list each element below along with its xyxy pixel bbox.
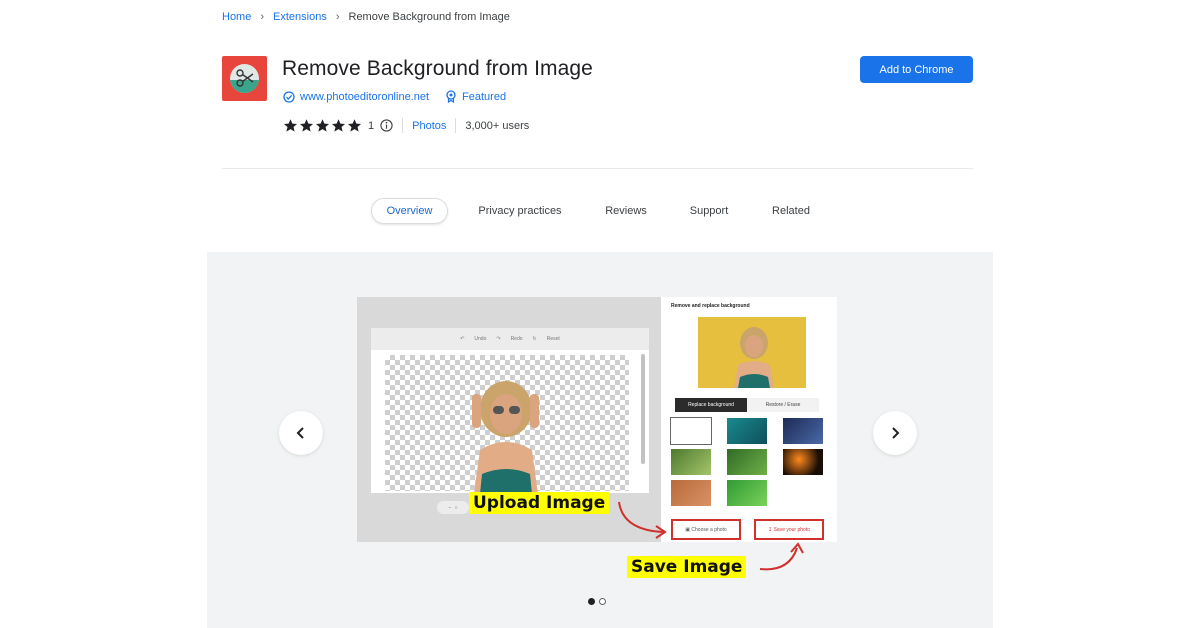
chevron-right-icon bbox=[892, 427, 900, 439]
divider bbox=[402, 118, 404, 133]
upload-image-callout: Upload Image bbox=[469, 492, 610, 514]
extension-logo bbox=[222, 56, 267, 101]
scissors-icon bbox=[236, 69, 254, 87]
featured-badge-icon bbox=[446, 90, 456, 103]
add-to-chrome-button[interactable]: Add to Chrome bbox=[860, 56, 973, 83]
carousel-dot-2[interactable] bbox=[599, 598, 606, 605]
extension-meta: www.photoeditoronline.net Featured bbox=[283, 90, 506, 103]
carousel-slide: ↶ Undo ↷ Redo ↻ Reset − ○ Remove and rep… bbox=[357, 282, 837, 582]
tab-overview[interactable]: Overview bbox=[371, 198, 448, 224]
header-divider bbox=[222, 168, 973, 169]
chevron-right-icon: › bbox=[260, 11, 265, 23]
category-link[interactable]: Photos bbox=[412, 120, 446, 132]
tab-reviews[interactable]: Reviews bbox=[596, 198, 656, 224]
detail-tabs: Overview Privacy practices Reviews Suppo… bbox=[0, 198, 1200, 224]
screenshot-carousel: ↶ Undo ↷ Redo ↻ Reset − ○ Remove and rep… bbox=[207, 252, 993, 628]
verified-badge-icon bbox=[283, 90, 295, 103]
breadcrumb: Home › Extensions › Remove Background fr… bbox=[222, 11, 510, 23]
star-icon bbox=[283, 119, 298, 132]
tab-support[interactable]: Support bbox=[681, 198, 737, 224]
chevron-left-icon bbox=[296, 427, 304, 439]
star-icon bbox=[347, 119, 362, 132]
rating-row: 1 Photos 3,000+ users bbox=[283, 118, 529, 133]
chevron-right-icon: › bbox=[335, 11, 340, 23]
tab-related[interactable]: Related bbox=[763, 198, 819, 224]
star-icon bbox=[299, 119, 314, 132]
info-icon[interactable] bbox=[380, 119, 393, 132]
save-image-callout: Save Image bbox=[627, 556, 747, 578]
star-icon bbox=[315, 119, 330, 132]
breadcrumb-extensions-link[interactable]: Extensions bbox=[273, 11, 327, 23]
carousel-next-button[interactable] bbox=[873, 411, 917, 455]
star-icon bbox=[331, 119, 346, 132]
divider bbox=[455, 118, 457, 133]
carousel-dot-1[interactable] bbox=[588, 598, 595, 605]
breadcrumb-current: Remove Background from Image bbox=[348, 11, 510, 23]
carousel-prev-button[interactable] bbox=[279, 411, 323, 455]
tab-privacy-practices[interactable]: Privacy practices bbox=[470, 198, 570, 224]
star-rating bbox=[283, 118, 363, 133]
website-link[interactable]: www.photoeditoronline.net bbox=[300, 91, 429, 103]
rating-count: 1 bbox=[368, 119, 375, 132]
annotation-arrows bbox=[618, 501, 804, 571]
extension-title: Remove Background from Image bbox=[282, 57, 593, 80]
featured-link[interactable]: Featured bbox=[462, 91, 506, 103]
carousel-pagination bbox=[588, 598, 606, 605]
user-count: 3,000+ users bbox=[465, 119, 530, 132]
breadcrumb-home-link[interactable]: Home bbox=[222, 11, 251, 23]
